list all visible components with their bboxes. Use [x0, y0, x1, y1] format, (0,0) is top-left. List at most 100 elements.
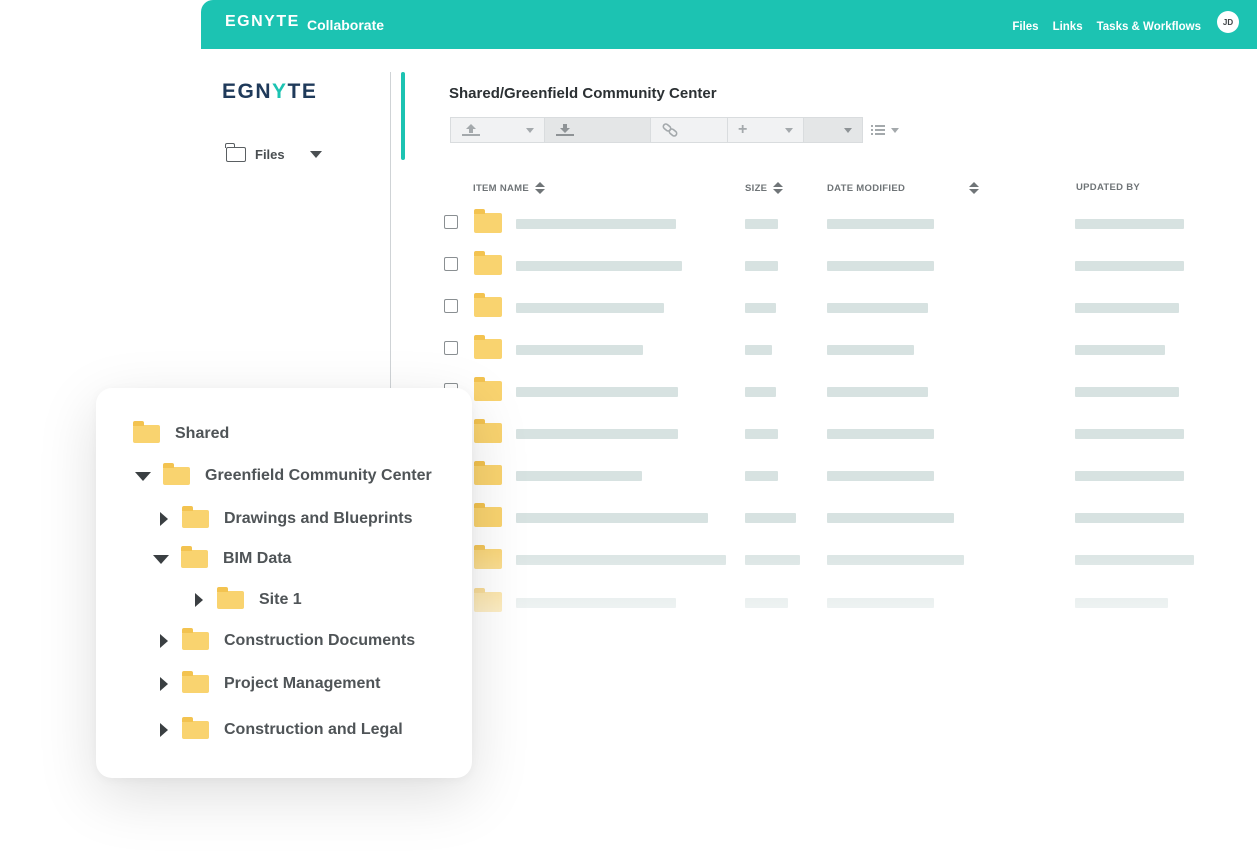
sidebar-files-label: Files [255, 147, 285, 162]
sort-icon[interactable] [969, 182, 980, 194]
folder-icon [474, 419, 502, 443]
name-placeholder [516, 303, 664, 313]
tree-item-label: Greenfield Community Center [205, 467, 432, 484]
download-button[interactable] [544, 117, 651, 143]
date-placeholder [827, 261, 934, 271]
plus-icon: + [738, 121, 748, 138]
folder-icon [474, 545, 502, 569]
sidebar-logo[interactable]: EGNYTE [222, 80, 317, 104]
nav-files[interactable]: Files [1012, 21, 1038, 33]
tree-item-label: Drawings and Blueprints [224, 510, 413, 527]
sort-icon[interactable] [535, 182, 546, 194]
tree-item-shared[interactable]: Shared [133, 421, 229, 446]
upload-button[interactable] [450, 117, 545, 143]
top-nav: Files Links Tasks & Workflows [1012, 21, 1201, 33]
size-placeholder [745, 261, 778, 271]
active-indicator [401, 72, 405, 160]
top-bar: EGNYTE Collaborate Files Links Tasks & W… [201, 0, 1257, 49]
caret-right-icon[interactable] [160, 723, 168, 737]
date-placeholder [827, 345, 914, 355]
table-row[interactable] [201, 250, 1257, 292]
folder-icon [474, 209, 502, 233]
updated-by-placeholder [1075, 387, 1179, 397]
name-placeholder [516, 555, 726, 565]
updated-by-placeholder [1075, 303, 1179, 313]
size-placeholder [745, 219, 778, 229]
folder-icon [163, 463, 190, 485]
brand-logo[interactable]: EGNYTE [225, 13, 300, 31]
caret-down-icon[interactable] [153, 554, 169, 564]
add-button[interactable]: + [727, 117, 804, 143]
column-header-size[interactable]: SIZE [745, 182, 784, 194]
tree-item-project-management[interactable]: Project Management [160, 671, 380, 696]
row-checkbox[interactable] [444, 257, 458, 271]
product-name: Collaborate [307, 17, 385, 33]
updated-by-placeholder [1075, 555, 1194, 565]
tree-item-construction-legal[interactable]: Construction and Legal [160, 717, 403, 742]
column-header-label: UPDATED BY [1076, 182, 1141, 193]
sidebar-files-menu[interactable]: Files [225, 143, 322, 162]
logo-part: TE [287, 80, 318, 103]
size-placeholder [745, 345, 772, 355]
caret-down-icon[interactable] [135, 471, 151, 481]
list-view-icon [871, 125, 885, 135]
chevron-down-icon[interactable] [309, 151, 322, 158]
tree-item-site-1[interactable]: Site 1 [195, 587, 302, 612]
date-placeholder [827, 387, 928, 397]
date-placeholder [827, 471, 934, 481]
view-options-button[interactable] [871, 117, 899, 143]
folder-tree-card: Shared Greenfield Community Center Drawi… [96, 388, 472, 778]
date-placeholder [827, 598, 934, 608]
folder-icon [182, 717, 209, 739]
caret-right-icon[interactable] [195, 593, 203, 607]
tree-item-drawings[interactable]: Drawings and Blueprints [160, 506, 413, 531]
tree-item-construction-documents[interactable]: Construction Documents [160, 628, 416, 653]
column-header-date-modified[interactable]: DATE MODIFIED [827, 182, 980, 194]
caret-right-icon[interactable] [160, 634, 168, 648]
row-checkbox[interactable] [444, 299, 458, 313]
folder-icon [474, 461, 502, 485]
tree-item-bim-data[interactable]: BIM Data [153, 546, 292, 571]
date-placeholder [827, 555, 964, 565]
updated-by-placeholder [1075, 345, 1165, 355]
table-row[interactable] [201, 208, 1257, 250]
toolbar: + [450, 117, 899, 143]
caret-down-icon [785, 127, 793, 133]
name-placeholder [516, 471, 642, 481]
updated-by-placeholder [1075, 471, 1184, 481]
size-placeholder [745, 303, 776, 313]
row-checkbox[interactable] [444, 215, 458, 229]
upload-icon [462, 124, 480, 136]
avatar[interactable]: JD [1217, 11, 1239, 33]
updated-by-placeholder [1075, 429, 1184, 439]
tree-item-label: BIM Data [223, 550, 292, 567]
table-row[interactable] [201, 334, 1257, 376]
size-placeholder [745, 429, 778, 439]
nav-links[interactable]: Links [1053, 21, 1083, 33]
row-checkbox[interactable] [444, 341, 458, 355]
sort-icon[interactable] [773, 182, 784, 194]
table-row[interactable] [201, 292, 1257, 334]
folder-outline-icon [225, 143, 246, 162]
name-placeholder [516, 345, 643, 355]
more-actions-button[interactable] [803, 117, 863, 143]
tree-item-greenfield[interactable]: Greenfield Community Center [135, 463, 432, 488]
size-placeholder [745, 555, 800, 565]
folder-icon [474, 335, 502, 359]
link-button[interactable] [650, 117, 728, 143]
updated-by-placeholder [1075, 513, 1184, 523]
name-placeholder [516, 429, 678, 439]
date-placeholder [827, 429, 934, 439]
nav-tasks-workflows[interactable]: Tasks & Workflows [1097, 21, 1201, 33]
caret-right-icon[interactable] [160, 512, 168, 526]
tree-item-label: Construction Documents [224, 632, 416, 649]
column-header-updated-by[interactable]: UPDATED BY [1076, 182, 1140, 193]
caret-right-icon[interactable] [160, 677, 168, 691]
updated-by-placeholder [1075, 219, 1184, 229]
folder-icon [133, 421, 160, 443]
name-placeholder [516, 598, 676, 608]
updated-by-placeholder [1075, 261, 1184, 271]
column-header-item-name[interactable]: ITEM NAME [473, 182, 546, 194]
name-placeholder [516, 387, 678, 397]
size-placeholder [745, 471, 778, 481]
